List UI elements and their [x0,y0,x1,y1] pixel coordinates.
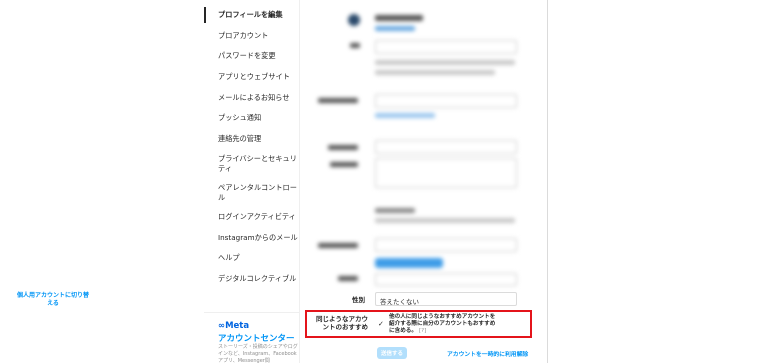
suggested-accounts-label: 同じようなアカウントのおすすめ [316,315,368,331]
switch-personal-account-link[interactable]: 個人用アカウントに切り替える [14,292,92,308]
sidebar-item-contacts[interactable]: 連絡先の管理 [218,134,298,144]
sidebar-divider [204,312,300,313]
meta-logo: ∞Meta [218,321,250,331]
sidebar-item-privacy-security[interactable]: プライバシーとセキュリティ [218,154,298,174]
sidebar-item-apps-websites[interactable]: アプリとウェブサイト [218,72,298,82]
sidebar-item-help[interactable]: ヘルプ [218,253,298,263]
sidebar-item-login-activity[interactable]: ログインアクティビティ [218,212,298,222]
suggested-accounts-description: 他の人に同じようなおすすめアカウントを紹介する際に自分のアカウントもおすすめに含… [389,314,499,335]
account-center-link[interactable]: アカウントセンター [218,332,295,344]
sidebar-item-change-password[interactable]: パスワードを変更 [218,51,298,61]
submit-button[interactable]: 送信する [377,347,407,359]
sidebar-item-parental-control[interactable]: ペアレンタルコントロール [218,183,298,203]
sidebar-item-instagram-emails[interactable]: Instagramからのメール [218,233,298,243]
gender-input[interactable]: 答えたくない [375,292,517,306]
help-link[interactable]: [?] [419,328,426,334]
sidebar-item-push-notifications[interactable]: プッシュ通知 [218,113,298,123]
suggested-accounts-text: 他の人に同じようなおすすめアカウントを紹介する際に自分のアカウントもおすすめに含… [389,314,496,334]
deactivate-account-link[interactable]: アカウントを一時的に利用解除 [447,349,528,358]
gender-label: 性別 [352,296,365,304]
settings-sidebar: プロフィールを編集 プロアカウント パスワードを変更 アプリとウェブサイト メー… [204,0,300,363]
sidebar-item-digital-collectibles[interactable]: デジタルコレクティブル [218,274,298,284]
suggested-accounts-checkbox[interactable]: ✓ [378,320,384,328]
blurred-form-region [300,0,548,288]
sidebar-item-pro-account[interactable]: プロアカウント [218,31,298,41]
sidebar-item-email-notifications[interactable]: メールによるお知らせ [218,93,298,103]
account-center-description: ストーリーズ・投稿のシェアやログインなど、Instagram、Facebookア… [218,344,298,363]
sidebar-item-edit-profile[interactable]: プロフィールを編集 [204,7,298,23]
